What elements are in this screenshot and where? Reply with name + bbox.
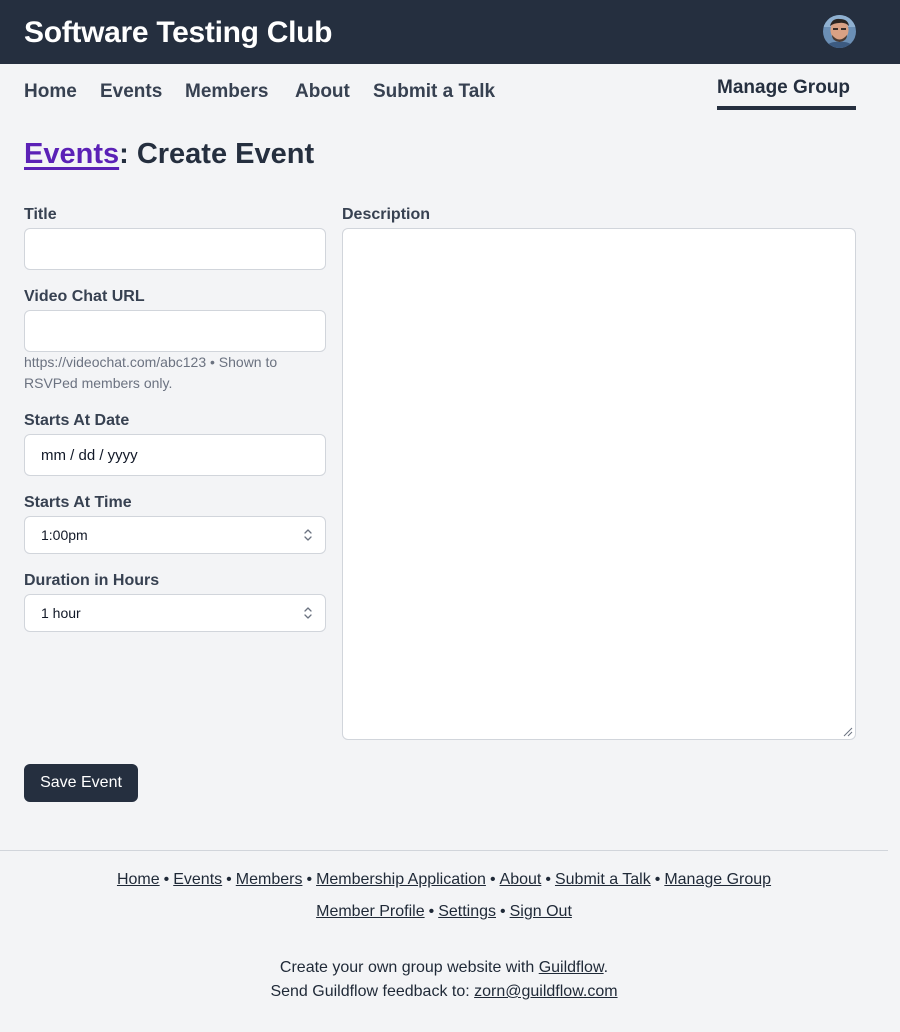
video-chat-url-input[interactable]: [24, 310, 326, 352]
footer-link-submit-talk[interactable]: Submit a Talk: [555, 871, 651, 888]
starts-at-date-input[interactable]: mm / dd / yyyy: [24, 434, 326, 476]
title-label: Title: [24, 206, 57, 223]
starts-at-time-value: 1:00pm: [41, 527, 88, 543]
footer-link-manage-group[interactable]: Manage Group: [664, 871, 771, 888]
save-event-button[interactable]: Save Event: [24, 764, 138, 802]
feedback-email-link[interactable]: zorn@guildflow.com: [474, 983, 617, 1000]
starts-at-date-label: Starts At Date: [24, 412, 130, 429]
page-title: Events: Create Event: [24, 136, 314, 172]
footer-link-membership-application[interactable]: Membership Application: [316, 871, 486, 888]
guildflow-link[interactable]: Guildflow: [539, 959, 604, 976]
breadcrumb-events-link[interactable]: Events: [24, 138, 119, 170]
footer-link-settings[interactable]: Settings: [438, 903, 496, 920]
avatar-image: [823, 15, 856, 48]
select-chevron-icon: [304, 607, 312, 619]
footer-links-row2: Member Profile • Settings • Sign Out: [316, 903, 572, 920]
site-title[interactable]: Software Testing Club: [24, 14, 332, 52]
footer-link-sign-out[interactable]: Sign Out: [510, 903, 572, 920]
footer-feedback: Send Guildflow feedback to: zorn@guildfl…: [270, 983, 618, 1000]
nav-home[interactable]: Home: [24, 80, 77, 104]
video-chat-url-label: Video Chat URL: [24, 288, 145, 305]
nav-events[interactable]: Events: [100, 80, 162, 104]
top-bar: Software Testing Club: [0, 0, 900, 64]
user-avatar[interactable]: [823, 15, 856, 48]
nav-manage-group[interactable]: Manage Group: [717, 76, 856, 110]
footer-link-home[interactable]: Home: [117, 871, 160, 888]
footer-link-member-profile[interactable]: Member Profile: [316, 903, 424, 920]
footer-divider: [0, 850, 888, 851]
footer-cta: Create your own group website with Guild…: [279, 959, 609, 976]
title-input[interactable]: [24, 228, 326, 270]
select-chevron-icon: [304, 529, 312, 541]
duration-value: 1 hour: [41, 605, 81, 621]
starts-at-time-label: Starts At Time: [24, 494, 132, 511]
nav-submit-talk[interactable]: Submit a Talk: [373, 80, 495, 104]
description-textarea[interactable]: [342, 228, 856, 740]
duration-label: Duration in Hours: [24, 572, 160, 589]
nav-members[interactable]: Members: [185, 80, 268, 104]
footer-links-row1: Home • Events • Members • Membership Applicati…: [116, 871, 772, 888]
footer-link-about[interactable]: About: [500, 871, 542, 888]
video-chat-url-hint: https://videochat.com/abc123 • Shown to …: [24, 354, 278, 391]
footer-link-events[interactable]: Events: [173, 871, 222, 888]
nav-about[interactable]: About: [295, 80, 350, 104]
footer-link-members[interactable]: Members: [236, 871, 303, 888]
page-title-text: : Create Event: [119, 138, 315, 170]
duration-select[interactable]: 1 hour: [24, 594, 326, 632]
date-placeholder: mm / dd / yyyy: [41, 447, 138, 464]
resize-handle-icon[interactable]: [841, 725, 853, 737]
description-label: Description: [342, 206, 431, 223]
starts-at-time-select[interactable]: 1:00pm: [24, 516, 326, 554]
